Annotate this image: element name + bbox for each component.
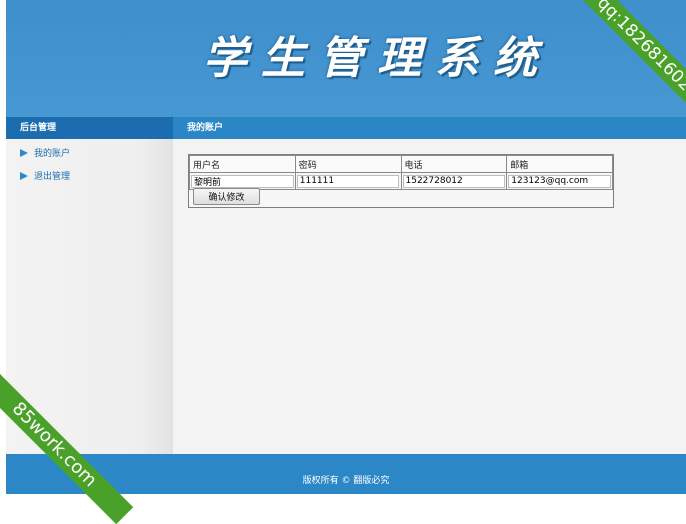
app-title: 学生管理系统	[203, 33, 551, 84]
column-header-password: 密码	[294, 155, 402, 173]
column-header-email: 邮箱	[506, 155, 613, 173]
email-input[interactable]	[508, 174, 611, 188]
table-row	[189, 172, 613, 190]
phone-input[interactable]	[402, 174, 506, 188]
arrow-right-icon	[20, 148, 28, 157]
header-banner: 学生管理系统	[6, 0, 686, 117]
account-table: 用户名 密码 电话 邮箱	[189, 155, 613, 190]
sidebar: 后台管理 我的账户 退出管理	[6, 117, 173, 454]
sidebar-item-label: 退出管理	[34, 172, 71, 182]
account-form: 用户名 密码 电话 邮箱 确认修改	[188, 154, 614, 208]
column-header-username: 用户名	[189, 155, 296, 173]
column-header-phone: 电话	[400, 155, 508, 173]
sidebar-item-my-account[interactable]: 我的账户	[6, 141, 173, 164]
confirm-modify-button[interactable]: 确认修改	[193, 188, 260, 205]
sidebar-item-logout[interactable]: 退出管理	[6, 164, 173, 187]
arrow-right-icon	[20, 171, 28, 180]
table-header-row: 用户名 密码 电话 邮箱	[189, 155, 613, 173]
sidebar-item-label: 我的账户	[34, 149, 71, 159]
password-input[interactable]	[296, 174, 400, 188]
sidebar-header: 后台管理	[6, 117, 173, 139]
main-panel: 我的账户 用户名 密码 电话 邮箱 确认修改	[173, 117, 686, 454]
username-input[interactable]	[191, 174, 294, 188]
page-title: 我的账户	[173, 117, 686, 139]
